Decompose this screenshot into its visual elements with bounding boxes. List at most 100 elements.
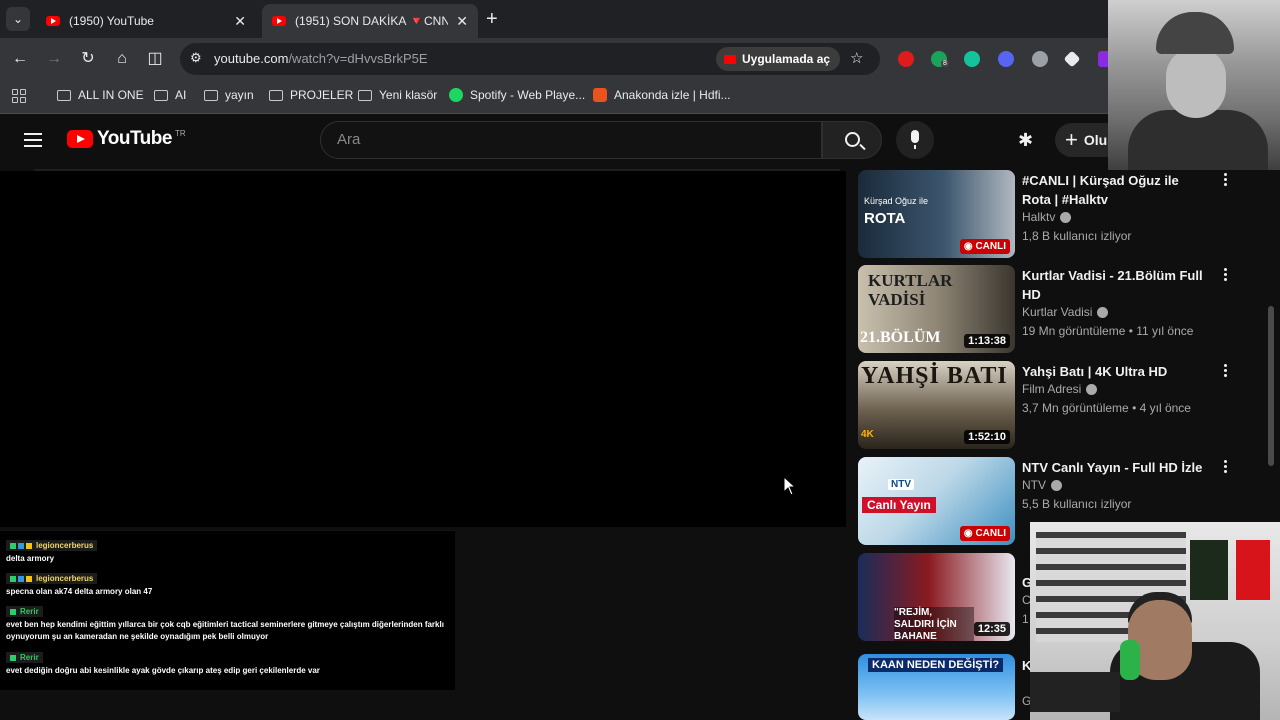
anakonda-icon — [593, 88, 607, 102]
grammarly-icon[interactable] — [964, 51, 980, 67]
video-thumbnail[interactable]: NTV Canlı Yayın ◉ CANLI — [858, 457, 1015, 545]
thumbnail-subtext: 21.BÖLÜM — [860, 329, 941, 346]
search-button[interactable] — [822, 121, 882, 159]
channel-name[interactable]: Kurtlar Vadisi — [1022, 305, 1109, 319]
recommendation-item[interactable]: YAHŞİ BATI 4K 1:52:10 Yahşi Batı | 4K Ul… — [858, 361, 1258, 449]
video-title[interactable]: Kurtlar Vadisi - 21.Bölüm Full HD — [1022, 266, 1208, 304]
tab-youtube-home[interactable]: (1950) YouTube ✕ — [36, 4, 256, 38]
bookmark-projeler[interactable]: PROJELER — [269, 88, 353, 102]
thumbnail-text: ROTA — [864, 210, 906, 227]
chat-text: specna olan ak74 delta armory olan 47 — [6, 587, 153, 596]
recommendation-item[interactable]: Kürşad Oğuz ile ROTA ◉ CANLI #CANLI | Kü… — [858, 170, 1258, 258]
discord-icon[interactable] — [998, 51, 1014, 67]
more-options-icon[interactable] — [1224, 364, 1228, 379]
search-box — [320, 121, 822, 159]
forward-arrow-icon[interactable]: → — [42, 47, 66, 71]
live-badge: ◉ CANLI — [959, 526, 1010, 541]
extension-icon-red[interactable] — [898, 51, 914, 67]
verified-icon — [1097, 306, 1109, 318]
portrait-overlay — [1108, 0, 1280, 170]
video-title[interactable]: Yahşi Batı | 4K Ultra HD — [1022, 362, 1208, 381]
search-input[interactable] — [337, 131, 797, 148]
bookmark-yeni-klasor[interactable]: Yeni klasör — [358, 88, 437, 102]
youtube-icon — [46, 16, 60, 26]
bookmark-spotify[interactable]: Spotify - Web Playe... — [449, 88, 585, 102]
video-thumbnail[interactable]: KAAN NEDEN DEĞİŞTİ? — [858, 654, 1015, 720]
video-title[interactable]: #CANLI | Kürşad Oğuz ile Rota | #Halktv — [1022, 171, 1208, 209]
channel-label: Film Adresi — [1022, 382, 1082, 396]
stream-chat-overlay: legioncerberus delta armory legioncerber… — [0, 530, 455, 690]
video-meta: 5,5 B kullanıcı izliyor — [1022, 497, 1132, 511]
scrollbar[interactable] — [1268, 306, 1274, 466]
back-arrow-icon[interactable]: ← — [8, 47, 32, 71]
site-info-icon[interactable]: ⚙ — [190, 50, 202, 66]
chat-message: legioncerberus delta armory — [6, 540, 98, 565]
badge-icon — [10, 608, 16, 615]
folder-icon — [269, 89, 283, 101]
close-icon[interactable]: ✕ — [456, 13, 468, 30]
chat-message: Rerir evet ben hep kendimi eğittim yılla… — [6, 606, 451, 643]
url-text[interactable]: youtube.com/watch?v=dHvvsBrkP5E — [214, 51, 428, 66]
youtube-logo[interactable]: YouTube TR — [67, 128, 186, 150]
more-options-icon[interactable] — [1224, 173, 1228, 188]
thumbnail-subtext: 4K — [861, 429, 874, 440]
folder-icon — [154, 89, 168, 101]
badge-icon — [18, 575, 24, 582]
new-tab-button[interactable]: + — [486, 8, 498, 31]
bookmark-star-icon[interactable]: ☆ — [850, 49, 863, 67]
extension-puzzle-icon[interactable]: ✱ — [1018, 130, 1033, 151]
badge-icon — [26, 575, 32, 582]
more-options-icon[interactable] — [1224, 460, 1228, 475]
bookmark-yayin[interactable]: yayın — [204, 88, 254, 102]
badge-icon — [26, 542, 32, 549]
video-duration: 12:35 — [973, 622, 1010, 636]
youtube-play-icon — [67, 130, 93, 148]
diamond-extension-icon[interactable] — [1063, 50, 1081, 68]
browser-tab-bar: ⌄ (1950) YouTube ✕ (1951) SON DAKİKA 🔻CN… — [0, 0, 1280, 38]
badge-icon — [10, 654, 16, 661]
bookmark-label: AI — [175, 88, 187, 102]
apps-grid-icon[interactable] — [12, 89, 26, 103]
video-thumbnail[interactable]: KURTLAR VADİSİ 21.BÖLÜM 1:13:38 — [858, 265, 1015, 353]
bookmark-anakonda[interactable]: Anakonda izle | Hdfi... — [593, 88, 731, 102]
channel-name[interactable]: NTV — [1022, 478, 1062, 492]
thumbnail-text: YAHŞİ BATI — [861, 363, 1008, 389]
video-thumbnail[interactable]: "REJİM, SALDIRI İÇİN BAHANE OLAMAZ" 12:3… — [858, 553, 1015, 641]
channel-name[interactable]: Film Adresi — [1022, 382, 1098, 396]
voice-search-button[interactable] — [896, 121, 934, 159]
plus-icon: + — [1065, 127, 1078, 152]
tab-cnn-live[interactable]: (1951) SON DAKİKA 🔻CNN TÜ ✕ — [262, 4, 478, 38]
video-thumbnail[interactable]: Kürşad Oğuz ile ROTA ◉ CANLI — [858, 170, 1015, 258]
side-panel-icon[interactable]: ◫ — [143, 47, 167, 71]
close-icon[interactable]: ✕ — [234, 13, 246, 30]
video-title[interactable]: NTV Canlı Yayın - Full HD İzle — [1022, 458, 1208, 477]
home-icon[interactable]: ⌂ — [110, 47, 134, 71]
channel-name[interactable]: Halktv — [1022, 210, 1072, 224]
chat-username: legioncerberus — [36, 541, 94, 550]
video-player[interactable] — [0, 171, 846, 527]
video-meta: 1,8 B kullanıcı izliyor — [1022, 229, 1132, 243]
bookmark-all-in-one[interactable]: ALL IN ONE — [57, 88, 144, 102]
chat-user: legioncerberus — [6, 540, 98, 551]
open-in-app-button[interactable]: Uygulamada aç — [716, 47, 841, 71]
address-bar[interactable]: ⚙ youtube.com/watch?v=dHvvsBrkP5E Uygula… — [180, 43, 880, 75]
search-icon — [845, 132, 860, 147]
channel-label: Kurtlar Vadisi — [1022, 305, 1093, 319]
bookmark-ai[interactable]: AI — [154, 88, 186, 102]
shield-icon[interactable] — [1032, 51, 1048, 67]
video-meta: 3,7 Mn görüntüleme • 4 yıl önce — [1022, 401, 1191, 415]
chat-message: legioncerberus specna olan ak74 delta ar… — [6, 573, 152, 598]
tab-search-button[interactable]: ⌄ — [6, 7, 30, 31]
verified-icon — [1051, 479, 1062, 491]
chat-user: Rerir — [6, 606, 43, 617]
thumbnail-text: "REJİM, SALDIRI İÇİN BAHANE OLAMAZ" — [894, 607, 974, 641]
more-options-icon[interactable] — [1224, 268, 1228, 283]
video-thumbnail[interactable]: YAHŞİ BATI 4K 1:52:10 — [858, 361, 1015, 449]
chat-user: legioncerberus — [6, 573, 98, 584]
bookmark-label: yayın — [225, 88, 254, 102]
thumbnail-subtext: NTV — [888, 479, 914, 490]
reload-icon[interactable]: ↻ — [76, 47, 100, 71]
menu-icon[interactable] — [24, 133, 42, 147]
spotify-icon — [449, 88, 463, 102]
recommendation-item[interactable]: KURTLAR VADİSİ 21.BÖLÜM 1:13:38 Kurtlar … — [858, 265, 1258, 353]
